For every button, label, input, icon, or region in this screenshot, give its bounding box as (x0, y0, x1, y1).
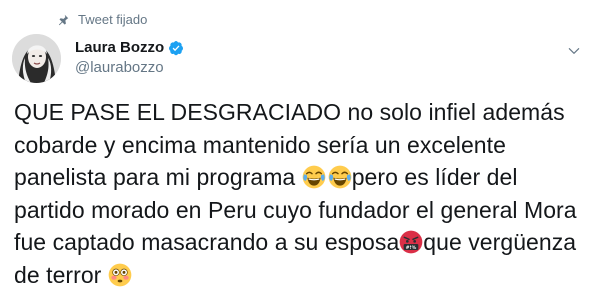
tweet-header: Laura Bozzo @laurabozzo (12, 34, 587, 84)
verified-badge-icon (168, 40, 184, 56)
display-name[interactable]: Laura Bozzo (75, 39, 164, 56)
avatar[interactable] (12, 34, 61, 83)
pin-icon (56, 13, 70, 27)
chevron-down-icon (568, 48, 580, 54)
face-with-symbols-on-mouth-icon: #!% (399, 230, 423, 254)
tweet-text: QUE PASE EL DESGRACIADO no solo infiel a… (14, 96, 589, 291)
author-handle[interactable]: @laurabozzo (75, 59, 184, 76)
author-info: Laura Bozzo @laurabozzo (75, 39, 184, 76)
tweet-menu-button[interactable] (565, 42, 583, 60)
pinned-tweet-indicator: Tweet fijado (56, 12, 147, 27)
pinned-label: Tweet fijado (78, 12, 148, 27)
flushed-face-icon (108, 263, 132, 287)
svg-text:#!%: #!% (406, 245, 417, 251)
face-with-tears-of-joy-icon (328, 165, 352, 189)
face-with-tears-of-joy-icon (302, 165, 326, 189)
